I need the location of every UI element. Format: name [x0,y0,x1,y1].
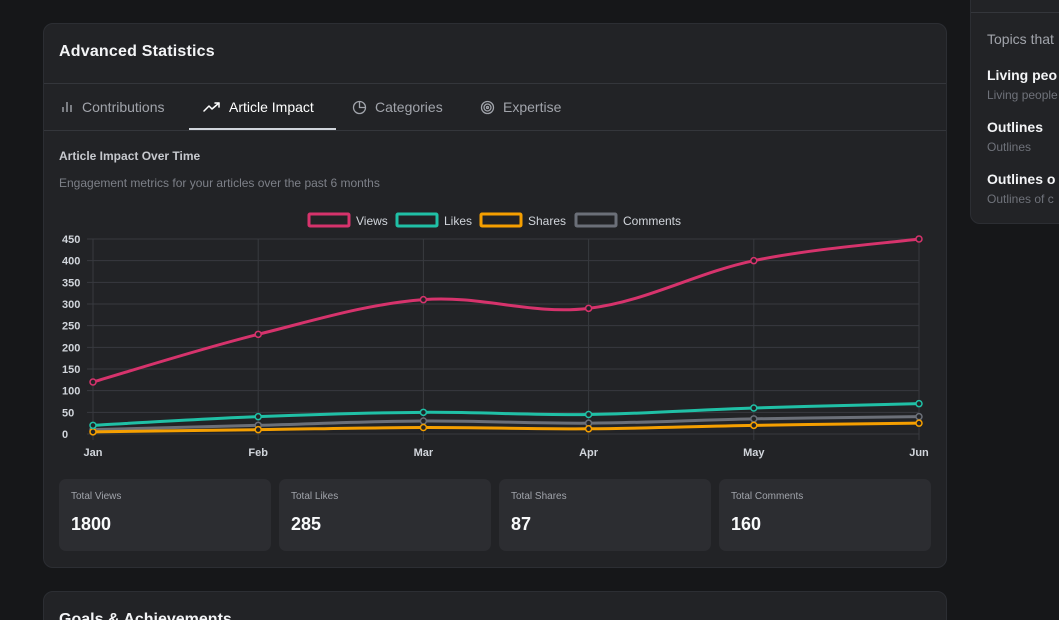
data-point-likes [584,410,593,419]
stat-card-shares: Total Shares 87 [499,479,711,551]
data-point-likes [89,421,97,430]
tab-label: Article Impact [229,99,314,115]
legend-swatch [395,212,439,228]
tab-label: Categories [375,99,443,115]
x-tick-label: Apr [579,447,599,459]
topic-title: Living peo [987,67,1057,83]
goals-achievements-card: Goals & Achievements [43,591,947,620]
tab-article-impact[interactable]: Article Impact [203,84,314,130]
y-tick-label: 100 [62,386,80,398]
tab-contributions[interactable]: Contributions [60,84,165,130]
x-tick-label: Mar [414,447,434,459]
data-point-likes [915,399,923,408]
y-tick-label: 50 [62,407,74,419]
tab-label: Contributions [82,99,165,115]
topic-subtitle: Outlines [987,140,1032,154]
stat-card-comments: Total Comments 160 [719,479,931,551]
pie-chart-icon [352,100,367,115]
data-point-likes [750,404,758,412]
y-tick-label: 250 [62,321,80,333]
data-point-shares [419,423,428,432]
stat-value: 87 [511,514,532,534]
stat-card-likes: Total Likes 285 [279,479,491,551]
stat-label: Total Shares [511,491,567,502]
tab-categories[interactable]: Categories [352,84,443,130]
stat-label: Total Comments [731,491,804,502]
stat-value: 1800 [71,514,112,534]
stat-value: 285 [291,514,322,534]
x-tick-label: May [743,447,765,459]
target-icon [480,100,495,115]
data-point-shares [750,421,758,430]
topic-subtitle: Outlines of c [987,192,1054,206]
stat-label: Total Likes [291,491,339,502]
sidebar-divider [971,12,1059,13]
x-tick-label: Feb [248,447,268,459]
tab-expertise[interactable]: Expertise [480,84,561,130]
data-point-shares [915,419,923,427]
tab-label: Expertise [503,99,562,115]
section-title: Article Impact Over Time [59,149,201,163]
card-title: Advanced Statistics [59,43,215,60]
data-point-likes [254,412,262,421]
data-point-views [584,304,593,313]
x-tick-label: Jun [909,447,929,459]
section-subtitle: Engagement metrics for your articles ove… [59,176,380,190]
article-impact-chart: 0 50 100 150 200 250 300 350 400 450 Jan Feb Mar Apr M… [62,212,929,459]
data-point-views [89,378,97,386]
data-point-comments [750,415,758,423]
topic-item[interactable]: Outlines o Outlines of c [987,171,1055,206]
legend-swatch [574,212,618,228]
topic-subtitle: Living people [987,88,1058,102]
topics-sidebar: Topics that Living peo Living people Out… [970,0,1059,224]
trending-up-icon [203,100,221,114]
data-point-views [915,235,923,243]
topic-title: Outlines o [987,171,1056,187]
data-point-views [750,256,758,265]
legend-label: Views [356,214,388,228]
stat-value: 160 [731,514,762,534]
sidebar-heading: Topics that [987,31,1054,47]
card-title: Goals & Achievements [59,611,232,620]
topic-item[interactable]: Outlines Outlines [987,119,1043,154]
data-point-views [419,295,428,304]
legend-swatch [307,212,351,228]
data-point-shares [89,428,97,436]
legend-swatch [479,212,523,228]
stat-card-views: Total Views 1800 [59,479,271,551]
y-tick-label: 0 [62,429,68,441]
y-tick-label: 400 [62,256,80,268]
stat-label: Total Views [71,491,122,502]
legend-label: Comments [623,214,681,228]
x-tick-label: Jan [84,447,103,459]
bar-chart-icon [60,100,74,114]
data-point-comments [419,417,428,425]
topic-title: Outlines [987,119,1044,135]
advanced-statistics-card: Advanced Statistics Contributions Articl… [43,23,947,568]
y-tick-label: 450 [62,234,80,246]
legend-label: Likes [444,214,472,228]
legend-label: Shares [528,214,566,228]
y-tick-label: 200 [62,342,80,354]
data-point-shares [254,425,262,434]
data-point-likes [419,408,428,417]
topic-item[interactable]: Living peo Living people [987,67,1058,102]
y-tick-label: 150 [62,364,80,376]
tab-bar: Contributions Article Impact Categories … [44,84,946,131]
active-tab-indicator [189,128,336,130]
y-tick-label: 300 [62,299,80,311]
data-point-views [254,330,262,339]
data-point-shares [584,425,593,433]
y-tick-label: 350 [62,277,80,289]
data-point-comments [915,412,923,421]
